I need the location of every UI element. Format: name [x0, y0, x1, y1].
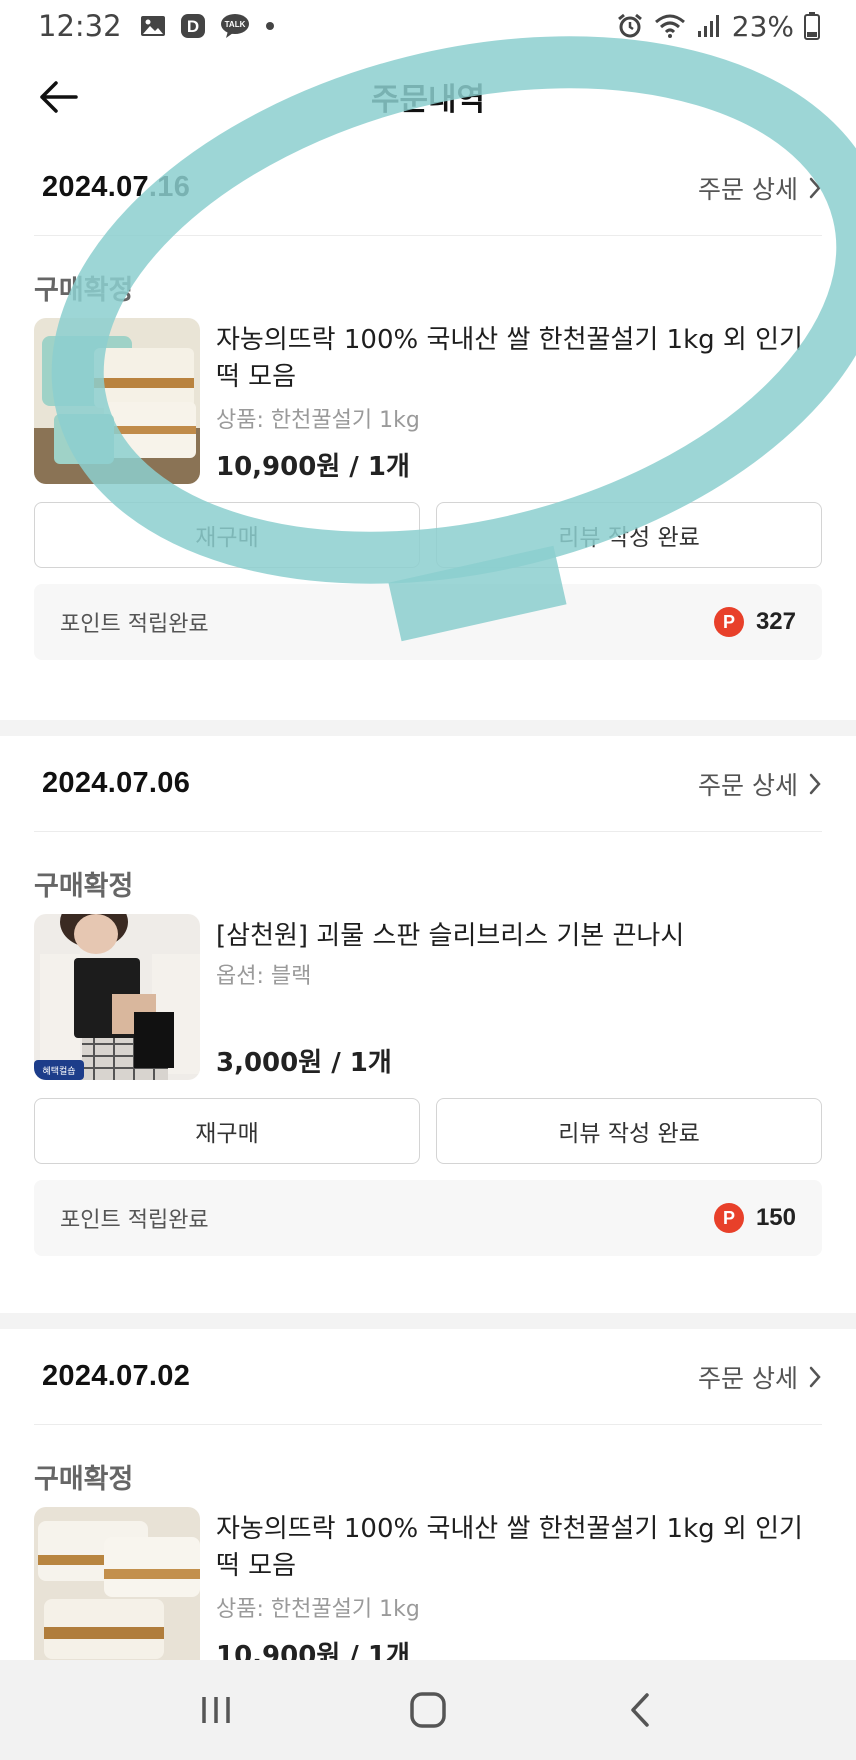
points-label: 포인트 적립완료: [60, 1208, 209, 1233]
thumb-badge: 혜택컬숍: [42, 1065, 75, 1077]
points-value: 150: [755, 1204, 796, 1231]
home-icon: [410, 1692, 446, 1728]
order-detail-link[interactable]: 주문 상세: [698, 170, 822, 206]
order-date: 2024.07.16: [42, 171, 191, 203]
product-price: 10,900원 / 1개: [216, 1641, 410, 1660]
chevron-right-icon: [809, 773, 821, 794]
system-nav-bar: [0, 1660, 856, 1760]
section-divider: [0, 1313, 856, 1329]
order-actions: 재구매 리뷰 작성 완료: [34, 502, 822, 568]
points-icon: P: [713, 1203, 744, 1233]
order-card: 2024.07.16 주문 상세 구매확정 자농의뜨락 100% 국내산 쌀 한…: [0, 140, 856, 718]
order-actions: 재구매 리뷰 작성 완료: [34, 1098, 822, 1164]
status-time: 12:32: [38, 9, 122, 43]
product-name[interactable]: 자농의뜨락 100% 국내산 쌀 한천꿀설기 1kg 외 인기 떡 모음: [216, 322, 822, 396]
chevron-right-icon: [809, 177, 821, 198]
order-detail-link[interactable]: 주문 상세: [698, 1359, 822, 1395]
order-status: 구매확정: [34, 871, 134, 902]
product-thumbnail[interactable]: 혜택컬숍: [34, 914, 200, 1080]
order-detail-label: 주문 상세: [698, 174, 798, 204]
order-date: 2024.07.06: [42, 767, 191, 799]
points-icon: P: [713, 607, 744, 637]
recent-apps-icon: [202, 1697, 230, 1723]
rebuy-button[interactable]: 재구매: [34, 1098, 420, 1164]
order-date: 2024.07.02: [42, 1360, 191, 1392]
svg-text:D: D: [186, 17, 198, 36]
back-button[interactable]: [34, 74, 82, 120]
product-row[interactable]: 혜택컬숍 [삼천원] 괴물 스판 슬리브리스 기본 끈나시 옵션: 블랙 3,0…: [34, 914, 822, 1082]
gallery-icon: [140, 14, 166, 38]
battery-percent: 23%: [731, 9, 794, 43]
order-detail-label: 주문 상세: [698, 1363, 798, 1393]
product-thumbnail[interactable]: [34, 1507, 200, 1660]
rebuy-button[interactable]: 재구매: [34, 502, 420, 568]
home-button[interactable]: [388, 1680, 468, 1740]
points-value: 327: [755, 608, 796, 635]
d-app-icon: D: [180, 13, 206, 39]
order-header: 2024.07.16 주문 상세: [34, 140, 822, 236]
svg-text:TALK: TALK: [224, 20, 245, 29]
points-box: 포인트 적립완료 P 150: [34, 1180, 822, 1256]
signal-icon: [696, 14, 722, 38]
product-name[interactable]: 자농의뜨락 100% 국내산 쌀 한천꿀설기 1kg 외 인기 떡 모음: [216, 1511, 822, 1585]
arrow-left-icon: [40, 81, 78, 113]
review-done-button[interactable]: 리뷰 작성 완료: [436, 502, 822, 568]
dot-icon: [264, 20, 276, 32]
product-name[interactable]: [삼천원] 괴물 스판 슬리브리스 기본 끈나시: [216, 918, 822, 955]
product-thumbnail[interactable]: [34, 318, 200, 484]
points-box: 포인트 적립완료 P 327: [34, 584, 822, 660]
screen: 12:32 D TALK 23% 주문내역 2024.07.16 주문 상세 구…: [0, 0, 856, 1760]
app-header: 주문내역: [0, 52, 856, 140]
page-title: 주문내역: [370, 81, 486, 118]
product-row[interactable]: 자농의뜨락 100% 국내산 쌀 한천꿀설기 1kg 외 인기 떡 모음 상품:…: [34, 1507, 822, 1660]
product-option: 상품: 한천꿀설기 1kg: [216, 1597, 420, 1622]
product-price: 3,000원 / 1개: [216, 1048, 392, 1078]
status-bar: 12:32 D TALK 23%: [0, 0, 856, 52]
product-price: 10,900원 / 1개: [216, 452, 410, 482]
order-status: 구매확정: [34, 275, 134, 306]
product-option: 상품: 한천꿀설기 1kg: [216, 408, 420, 433]
product-option: 옵션: 블랙: [216, 964, 312, 989]
back-icon: [631, 1693, 649, 1727]
alarm-icon: [616, 12, 644, 40]
wifi-icon: [654, 13, 686, 39]
order-detail-link[interactable]: 주문 상세: [698, 766, 822, 802]
nav-back-button[interactable]: [600, 1680, 680, 1740]
chevron-right-icon: [809, 1366, 821, 1387]
points-label: 포인트 적립완료: [60, 612, 209, 637]
review-done-button[interactable]: 리뷰 작성 완료: [436, 1098, 822, 1164]
order-header: 2024.07.02 주문 상세: [34, 1329, 822, 1425]
kakaotalk-icon: TALK: [220, 13, 250, 39]
battery-icon: [804, 12, 820, 40]
order-status: 구매확정: [34, 1464, 134, 1495]
recent-apps-button[interactable]: [176, 1680, 256, 1740]
order-detail-label: 주문 상세: [698, 770, 798, 800]
section-divider: [0, 720, 856, 736]
order-card: 2024.07.02 주문 상세 구매확정 자농의뜨락 100% 국내산 쌀 한: [0, 1329, 856, 1660]
order-header: 2024.07.06 주문 상세: [34, 736, 822, 832]
order-card: 2024.07.06 주문 상세 구매확정 혜택컬숍 [삼천원] 괴물 스판 슬…: [0, 736, 856, 1312]
product-row[interactable]: 자농의뜨락 100% 국내산 쌀 한천꿀설기 1kg 외 인기 떡 모음 상품:…: [34, 318, 822, 486]
